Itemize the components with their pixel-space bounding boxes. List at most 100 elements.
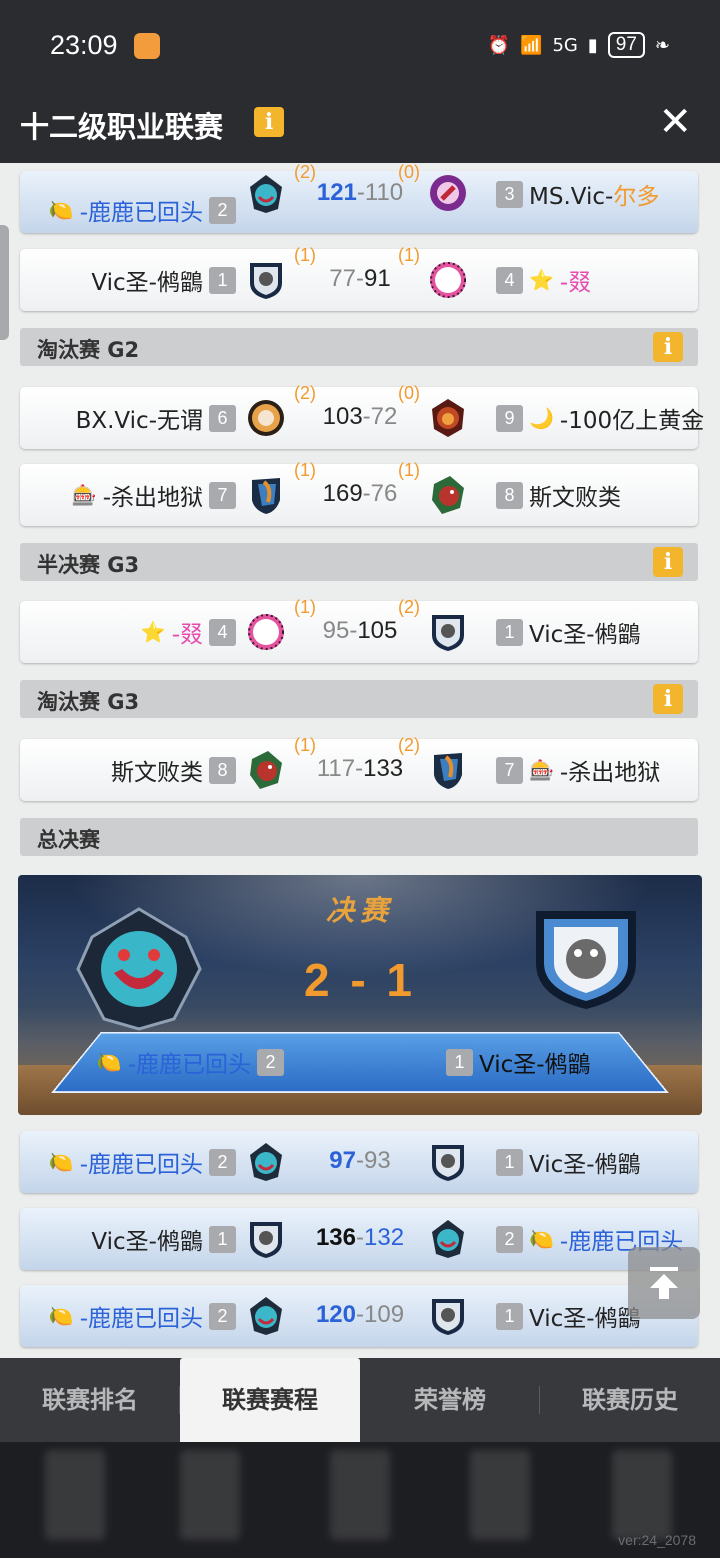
seed-badge: 1	[496, 618, 523, 646]
team-logo-gorilla-icon	[432, 615, 464, 651]
team-name[interactable]: -100亿上黄金	[560, 401, 704, 435]
match-row[interactable]: 🍋 -鹿鹿已回头 2 (2) (0) 121-110 3 MS.Vic-尔多	[20, 163, 698, 233]
slot-machine-icon: 🎰	[71, 483, 97, 507]
team-name[interactable]: Vic圣-鸺鶹	[529, 1145, 641, 1179]
seed-badge: 1	[209, 1225, 236, 1253]
star-icon: ⭐	[140, 620, 166, 644]
close-button[interactable]: ✕	[658, 102, 692, 142]
team-name[interactable]: Vic圣-鸺鶹	[529, 615, 641, 649]
signal-icon: ▮	[587, 34, 598, 56]
team-name[interactable]: MS.Vic-尔多	[529, 177, 659, 211]
seed-badge: 2	[209, 1148, 236, 1176]
scrollbar-handle[interactable]	[0, 225, 9, 340]
seed-badge: 4	[496, 266, 523, 294]
seed-badge: 7	[209, 481, 236, 509]
team-name[interactable]: -鹿鹿已回头	[128, 1045, 251, 1079]
seed-badge: 2	[209, 1302, 236, 1330]
match-row[interactable]: ⭐ -叕 4 (1) (2) 95-105 1 Vic圣-鸺鶹	[20, 597, 698, 663]
team-name[interactable]: 斯文败类	[529, 478, 621, 512]
team-logo-snake-icon	[432, 1220, 464, 1258]
seed-badge: 2	[257, 1048, 284, 1076]
match-row[interactable]: 🎰 -杀出地狱 7 (1) (1) 169-76 8 斯文败类	[20, 460, 698, 526]
section-title: 总决赛	[37, 828, 100, 852]
match-score: 169-76	[322, 480, 398, 507]
schedule-list[interactable]: 🍋 -鹿鹿已回头 2 (2) (0) 121-110 3 MS.Vic-尔多 V…	[0, 163, 720, 1358]
team-name[interactable]: Vic圣-鸺鶹	[91, 263, 203, 297]
battery-level: 97	[607, 32, 645, 58]
lemon-icon: 🍋	[529, 1227, 554, 1251]
seed-badge: 3	[496, 180, 523, 208]
seed-badge: 6	[209, 404, 236, 432]
scroll-to-top-button[interactable]	[628, 1247, 700, 1319]
team-name[interactable]: Vic圣-鸺鶹	[91, 1222, 203, 1256]
team-name[interactable]: -叕	[172, 615, 203, 649]
page-title: 十二级职业联赛	[20, 110, 224, 144]
match-row[interactable]: 🍋 -鹿鹿已回头 2 120-109 1 Vic圣-鸺鶹	[20, 1285, 698, 1347]
team-name[interactable]: -鹿鹿已回头	[80, 1299, 203, 1333]
team-name[interactable]: -杀出地狱	[560, 753, 660, 787]
app-notification-icon	[134, 33, 160, 59]
section-title: 半决赛 G3	[37, 553, 140, 577]
team-name[interactable]: -叕	[560, 263, 591, 297]
info-icon[interactable]: i	[653, 684, 683, 714]
leaf-icon: ❧	[654, 34, 670, 56]
match-score: 120-109	[315, 1301, 405, 1328]
team-logo-rocket-icon	[430, 175, 466, 211]
team-logo-spartan-icon	[434, 753, 462, 789]
team-name[interactable]: -鹿鹿已回头	[80, 1145, 203, 1179]
match-score: 117-133	[316, 755, 404, 782]
match-row[interactable]: Vic圣-鸺鶹 1 136-132 2 🍋 -鹿鹿已回头	[20, 1208, 698, 1270]
moon-icon: 🌙	[529, 406, 554, 430]
seed-badge: 8	[496, 481, 523, 509]
team-name[interactable]: Vic圣-鸺鶹	[529, 1299, 641, 1333]
lemon-icon: 🍋	[48, 198, 74, 222]
team-logo-ring-icon	[430, 262, 466, 298]
team-name[interactable]: Vic圣-鸺鶹	[479, 1045, 591, 1079]
info-icon[interactable]: i	[653, 332, 683, 362]
seed-badge: 2	[209, 196, 236, 224]
match-score: 77-91	[329, 265, 391, 292]
seed-badge: 1	[496, 1302, 523, 1330]
seed-badge: 1	[446, 1048, 473, 1076]
seed-badge: 2	[496, 1225, 523, 1253]
section-header-elim-g2: 淘汰赛 G2 i	[20, 328, 698, 366]
section-title: 淘汰赛 G3	[37, 690, 140, 714]
background-nav: ver:24_2078	[0, 1442, 720, 1558]
match-row[interactable]: Vic圣-鸺鶹 1 (1) (1) 77-91 4 ⭐ -叕	[20, 245, 698, 311]
team-logo-gorilla-icon	[536, 911, 636, 1009]
match-row[interactable]: 🍋 -鹿鹿已回头 2 97-93 1 Vic圣-鸺鶹	[20, 1131, 698, 1193]
team-name[interactable]: -鹿鹿已回头	[80, 193, 203, 227]
info-icon[interactable]: i	[653, 547, 683, 577]
match-score: 103-72	[322, 403, 398, 430]
tab-league-ranking[interactable]: 联赛排名	[0, 1358, 180, 1442]
match-row[interactable]: BX.Vic-无谓 6 (2) (0) 103-72 9 🌙 -100亿上黄金	[20, 383, 704, 449]
arrow-up-icon	[650, 1267, 678, 1299]
team-logo-snake-icon	[76, 907, 202, 1031]
team-logo-dragon-icon	[432, 476, 464, 514]
match-score: 97-93	[329, 1147, 391, 1174]
match-score: 95-105	[322, 617, 398, 644]
seed-badge: 1	[496, 1148, 523, 1176]
network-label: 5G	[552, 34, 578, 56]
version-label: ver:24_2078	[618, 1532, 696, 1548]
status-time: 23:09	[50, 30, 118, 60]
info-icon[interactable]: i	[254, 107, 284, 137]
star-icon: ⭐	[529, 268, 554, 292]
status-icons: ⏰ 📶 5G ▮ 97 ❧	[488, 32, 670, 58]
tab-league-schedule[interactable]: 联赛赛程	[180, 1358, 360, 1442]
lemon-icon: 🍋	[96, 1050, 122, 1074]
team-logo-gorilla-icon	[432, 1145, 464, 1181]
tab-league-history[interactable]: 联赛历史	[540, 1358, 720, 1442]
lemon-icon: 🍋	[48, 1150, 74, 1174]
match-score: 121-110	[316, 179, 404, 206]
final-banner[interactable]: 决赛 2 - 1 🍋 -鹿鹿已回头 2 1 Vic圣-鸺鶹	[18, 875, 702, 1115]
section-header-finals: 总决赛	[20, 818, 698, 856]
match-score: 136-132	[315, 1224, 405, 1251]
bottom-tab-bar: 联赛排名 联赛赛程 荣誉榜 联赛历史	[0, 1358, 720, 1442]
match-row[interactable]: 斯文败类 8 (1) (2) 117-133 7 🎰 -杀出地狱	[20, 735, 698, 801]
team-name[interactable]: -杀出地狱	[103, 478, 203, 512]
team-name[interactable]: 斯文败类	[111, 753, 203, 787]
section-header-elim-g3: 淘汰赛 G3 i	[20, 680, 698, 718]
tab-honor-roll[interactable]: 荣誉榜	[360, 1358, 540, 1442]
team-name[interactable]: BX.Vic-无谓	[76, 401, 203, 435]
